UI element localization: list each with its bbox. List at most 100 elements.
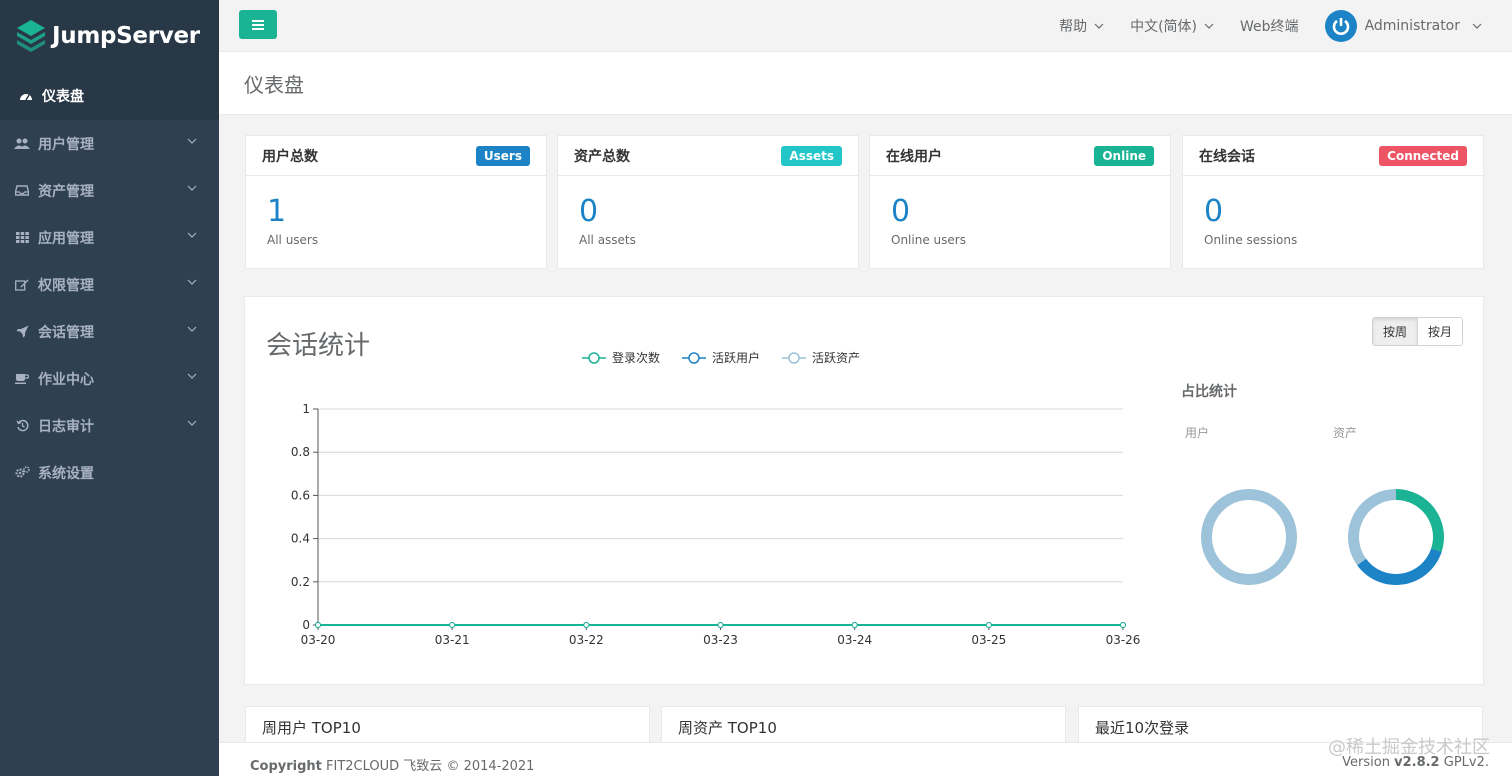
card-value: 0 (891, 194, 911, 229)
weekly-asset-top10-panel: 周资产 TOP10 (661, 706, 1066, 746)
sidebar-toggle-button[interactable] (239, 10, 277, 39)
card-online-sessions: 在线会话 Connected 0 Online sessions (1182, 135, 1484, 269)
session-line-chart: 0 0.2 0.4 0.6 0.8 1 03-20 03-21 03-22 03-23 03-24 0… (291, 350, 1141, 647)
card-subtitle: All assets (579, 233, 636, 247)
sidebar-item-label: 用户管理 (38, 136, 94, 153)
power-icon (1332, 18, 1349, 35)
data-point (985, 622, 992, 628)
y-tick-label: 0.2 (291, 575, 310, 589)
chevron-down-icon (1094, 23, 1104, 29)
card-badge: Connected (1379, 145, 1467, 166)
y-tick-label: 0 (302, 618, 310, 632)
card-header: 在线用户 Online (870, 136, 1170, 176)
chevron-down-icon (187, 279, 197, 285)
card-value: 0 (1204, 194, 1224, 229)
card-online-users: 在线用户 Online 0 Online users (869, 135, 1171, 269)
panel-title: 周用户 TOP10 (262, 719, 361, 737)
y-tick-label: 0.4 (291, 532, 310, 546)
data-point (717, 622, 724, 628)
data-point (1120, 622, 1126, 628)
coffee-icon (14, 372, 30, 386)
chevron-down-icon (1204, 23, 1214, 29)
x-tick-label: 03-20 (301, 633, 336, 647)
sidebar-item-jobs[interactable]: 作业中心 (0, 355, 219, 402)
sidebar-item-label: 作业中心 (38, 371, 94, 388)
legend-marker (588, 352, 600, 364)
legend-label: 活跃用户 (712, 350, 760, 365)
users-icon (14, 137, 30, 151)
data-point (315, 622, 321, 628)
card-subtitle: All users (267, 233, 319, 247)
edit-icon (14, 278, 30, 292)
toggle-month-button[interactable]: 按月 (1417, 318, 1462, 345)
card-title: 用户总数 (262, 148, 318, 165)
legend-marker (688, 352, 700, 364)
sidebar-item-label: 日志审计 (38, 418, 94, 435)
sidebar-nav: 仪表盘 用户管理 资产管理 应用管理 权限管理 会话管理 作业中心 日志审计 系… (0, 72, 219, 496)
y-tick-label: 0.6 (291, 488, 310, 502)
sidebar-item-dashboard[interactable]: 仪表盘 (0, 72, 219, 120)
chevron-down-icon (187, 185, 197, 191)
user-name: Administrator (1364, 18, 1460, 34)
data-point (851, 622, 858, 628)
gears-icon (14, 466, 30, 480)
avatar (1324, 10, 1357, 42)
inbox-icon (14, 184, 30, 198)
user-dropdown[interactable]: Administrator (1324, 10, 1482, 42)
help-dropdown[interactable]: 帮助 (1059, 16, 1104, 36)
legend-label: 登录次数 (612, 350, 660, 365)
x-tick-label: 03-24 (837, 633, 872, 647)
sidebar-item-applications[interactable]: 应用管理 (0, 214, 219, 261)
card-total-assets: 资产总数 Assets 0 All assets (557, 135, 859, 269)
card-badge: Users (475, 145, 530, 166)
copyright-text: FIT2CLOUD 飞致云 © 2014-2021 (321, 759, 535, 774)
data-point (583, 622, 590, 628)
top-navbar: 帮助 中文(简体) Web终端 Administrator (219, 0, 1512, 52)
sidebar-item-assets[interactable]: 资产管理 (0, 167, 219, 214)
chevron-down-icon (187, 232, 197, 238)
help-label: 帮助 (1059, 19, 1088, 35)
card-header: 资产总数 Assets (558, 136, 858, 176)
data-point (449, 622, 456, 628)
toggle-week-button[interactable]: 按周 (1372, 318, 1418, 345)
sidebar-item-permissions[interactable]: 权限管理 (0, 261, 219, 308)
sidebar-item-label: 资产管理 (38, 183, 94, 200)
web-terminal-link[interactable]: Web终端 (1240, 16, 1299, 36)
logo[interactable]: JumpServer (0, 0, 219, 72)
grid-icon (14, 231, 30, 245)
card-subtitle: Online sessions (1204, 233, 1298, 247)
copyright-label: Copyright (250, 759, 322, 774)
page-heading: 仪表盘 (219, 52, 1512, 115)
sidebar-item-settings[interactable]: 系统设置 (0, 449, 219, 496)
card-total-users: 用户总数 Users 1 All users (245, 135, 547, 269)
legend-label: 活跃资产 (812, 351, 860, 365)
card-title: 资产总数 (574, 148, 630, 165)
sidebar-item-sessions[interactable]: 会话管理 (0, 308, 219, 355)
jumpserver-logo-icon (17, 20, 45, 52)
card-header: 用户总数 Users (246, 136, 546, 176)
pie-label-assets: 资产 (1333, 426, 1358, 440)
sidebar-item-audit[interactable]: 日志审计 (0, 402, 219, 449)
sidebar-item-label: 应用管理 (38, 230, 94, 247)
watermark: @稀土掘金技术社区 (1328, 737, 1490, 758)
web-terminal-label: Web终端 (1240, 19, 1299, 35)
sidebar: JumpServer 仪表盘 用户管理 资产管理 应用管理 权限管理 会话管理 … (0, 0, 219, 776)
weekly-user-top10-panel: 周用户 TOP10 (245, 706, 650, 746)
y-tick-label: 0.8 (291, 445, 310, 459)
chevron-down-icon (187, 373, 197, 379)
x-tick-label: 03-22 (569, 633, 604, 647)
donut-slice (1357, 548, 1442, 585)
menu-icon (252, 19, 264, 30)
card-header: 在线会话 Connected (1183, 136, 1483, 176)
logo-text: JumpServer (52, 23, 200, 49)
card-title: 在线会话 (1199, 148, 1255, 165)
session-stats-panel: 会话统计 按周 按月 0 0.2 0.4 0.6 0.8 1 03-20 03-21 03-22… (244, 296, 1484, 685)
x-tick-label: 03-26 (1106, 633, 1141, 647)
share-title: 占比统计 (1181, 384, 1237, 400)
sidebar-item-label: 仪表盘 (42, 89, 84, 105)
share-donut-charts (1201, 489, 1444, 585)
sidebar-item-label: 会话管理 (38, 324, 94, 341)
chevron-down-icon (187, 138, 197, 144)
language-dropdown[interactable]: 中文(简体) (1130, 16, 1214, 36)
sidebar-item-users[interactable]: 用户管理 (0, 120, 219, 167)
